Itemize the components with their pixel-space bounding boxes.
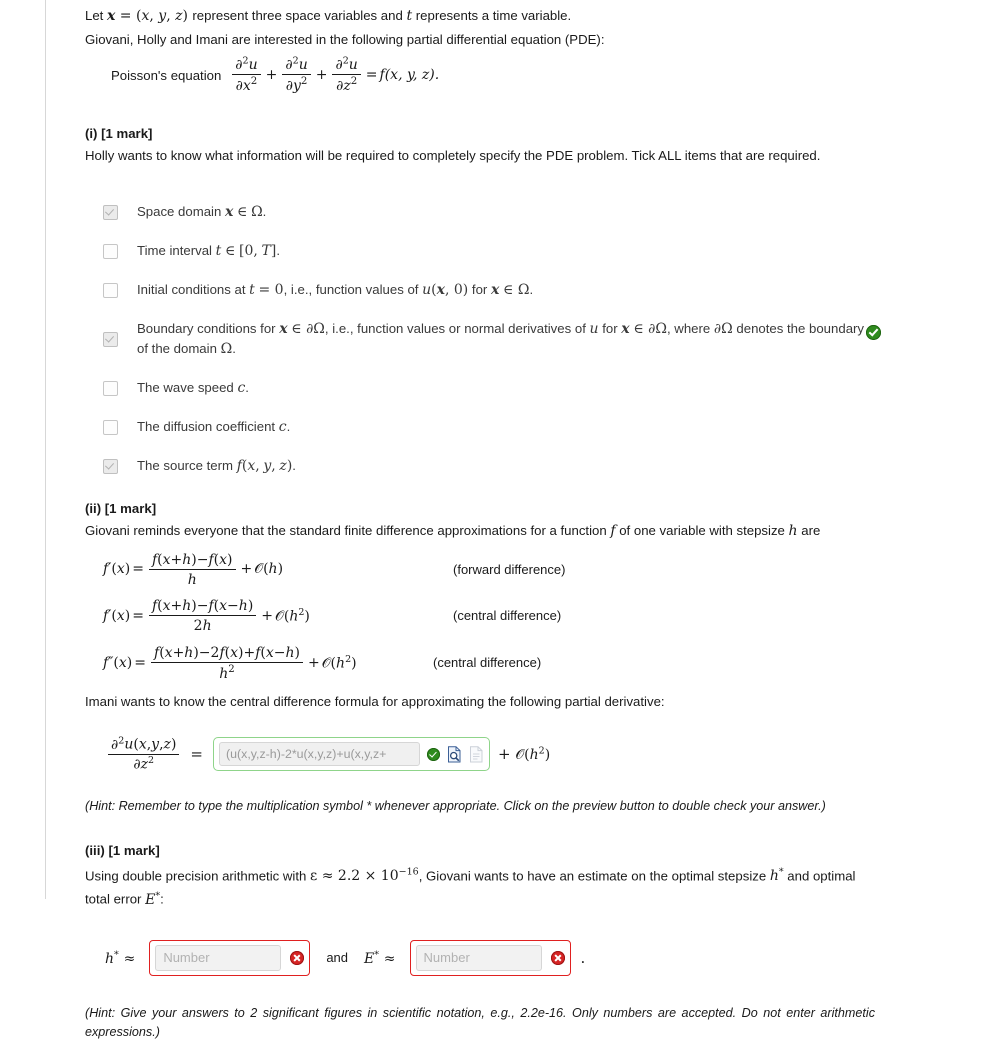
part-ii-heading: (ii) [1 mark] [85,500,157,516]
equals-sign: = [365,67,378,84]
checklist-label-space-domain: Space domain 𝒙 ∈ Ω. [137,203,267,220]
h-star-label: h* ≈ [105,949,136,967]
part-iii-block: (iii) [1 mark] Using double precision ar… [85,842,875,1042]
checklist-item-initial-conditions[interactable]: Initial conditions at t = 0, i.e., funct… [103,280,875,300]
intro-line-1: Let 𝒙 = (x, y, z) represent three space … [85,6,875,26]
question-content: Let 𝒙 = (x, y, z) represent three space … [85,6,881,1042]
formula-central-difference-second: f″(x) = f(x+h)−2f(x)+f(x−h) h2 + 𝒪(h2) [103,644,357,682]
formula-answer-input[interactable]: (u(x,y,z-h)-2*u(x,y,z)+u(x,y,z+ [218,742,420,767]
answer-field-wrapper[interactable]: (u(x,y,z-h)-2*u(x,y,z)+u(x,y,z+ [212,737,490,772]
stepsize-h-symbol: h [788,522,798,539]
page-left-rule [45,0,46,899]
intro-line-1-mid: represent three space variables and [192,8,407,23]
poisson-term-x: ∂2u ∂x2 [232,55,261,95]
partial-derivative-expression: ∂2u(x,y,z) ∂z2 [108,735,180,773]
error-icon-h [290,950,305,965]
preview-page-icon[interactable] [447,745,462,763]
and-conjunction: and [326,950,349,966]
epsilon-value: ε ≈ 2.2 × 10−16 [310,866,419,885]
page-icon[interactable] [469,745,484,763]
part-ii-intro-a: Giovani reminds everyone that the standa… [85,522,611,538]
h-star-field-wrapper[interactable]: Number [149,939,311,976]
checklist-label-wave-speed: The wave speed c. [137,379,249,396]
poisson-rhs: f(x, y, z). [379,67,440,84]
checklist-item-source-term[interactable]: The source term f(x, y, z). [103,456,875,476]
formula-central-difference-first: f′(x) = f(x+h)−f(x−h) 2h + 𝒪(h2) [103,598,310,635]
part-i-heading: (i) [1 mark] [85,125,153,141]
part-iii-question-a: Using double precision arithmetic with [85,868,311,884]
formula-forward-difference: f′(x) = f(x+h)−f(x) h + 𝒪(h) [103,551,284,588]
checklist-label-diffusion-coefficient: The diffusion coefficient c. [137,418,291,435]
checkbox-space-domain[interactable] [103,204,118,220]
part-ii-intro-b: of one variable with stepsize [615,522,789,538]
plus-sign-1: + [265,67,278,84]
part-iii-answer-row: h* ≈ Number and E* ≈ Number . [105,939,875,976]
formula-note-forward: (forward difference) [453,561,566,577]
checklist-item-boundary-conditions[interactable]: Boundary conditions for 𝒙 ∈ ∂Ω, i.e., fu… [103,319,881,359]
part-i-checklist: Space domain 𝒙 ∈ Ω. Time interval t ∈ [0… [103,202,881,476]
formula-row-central-difference-second: f″(x) = f(x+h)−2f(x)+f(x−h) h2 + 𝒪(h2) (… [103,644,875,683]
checklist-label-boundary-conditions: Boundary conditions for 𝒙 ∈ ∂Ω, i.e., fu… [137,320,865,357]
part-ii-hint: (Hint: Remember to type the multiplicati… [85,798,826,813]
part-iii-question-b: , Giovani wants to have an estimate on t… [418,868,770,884]
checklist-label-time-interval: Time interval t ∈ [0, T]. [137,242,280,259]
poisson-term-y: ∂2u ∂y2 [282,55,311,95]
part-i-question: Holly wants to know what information wil… [85,147,821,163]
checkbox-boundary-conditions[interactable] [103,331,118,347]
correct-answer-badge-icon [866,324,881,340]
e-star-label: E* ≈ [364,949,396,967]
optimal-error-symbol: E* [145,890,161,908]
formula-row-central-difference-first: f′(x) = f(x+h)−f(x−h) 2h + 𝒪(h2) (centra… [103,597,875,635]
checklist-label-initial-conditions: Initial conditions at t = 0, i.e., funct… [137,281,534,298]
checklist-item-wave-speed[interactable]: The wave speed c. [103,378,875,398]
e-star-field-wrapper[interactable]: Number [409,939,571,976]
checklist-item-time-interval[interactable]: Time interval t ∈ [0, T]. [103,241,875,261]
part-ii-block: (ii) [1 mark] Giovani reminds everyone t… [85,500,875,816]
finite-difference-formula-list: f′(x) = f(x+h)−f(x) h + 𝒪(h) (forward di… [103,551,875,683]
checklist-item-space-domain[interactable]: Space domain 𝒙 ∈ Ω. [103,202,875,222]
intro-line-1-pre: Let [85,8,107,23]
poisson-equation-line: Poisson's equation ∂2u ∂x2 + ∂2u ∂y2 + ∂… [111,55,875,95]
answer-equals-sign: = [190,745,203,764]
part-i-block: (i) [1 mark] Holly wants to know what in… [85,125,881,476]
part-ii-intro-c: are [797,522,821,538]
part-iii-hint: (Hint: Give your answers to 2 significan… [85,1005,875,1039]
checkbox-initial-conditions[interactable] [103,282,118,298]
formula-row-forward-difference: f′(x) = f(x+h)−f(x) h + 𝒪(h) (forward di… [103,551,875,589]
intro-line-1-eq: = (x, y, z) [115,8,193,24]
formula-note-central-second: (central difference) [433,655,542,671]
poisson-equation-label: Poisson's equation [111,67,222,83]
checkbox-wave-speed[interactable] [103,380,118,396]
part-ii-prompt: Imani wants to know the central differen… [85,694,665,709]
checklist-label-source-term: The source term f(x, y, z). [137,457,296,474]
poisson-term-z: ∂2u ∂z2 [332,55,361,95]
checkbox-source-term[interactable] [103,458,118,474]
part-ii-answer-row: ∂2u(x,y,z) ∂z2 = (u(x,y,z-h)-2*u(x,y,z)+… [105,735,875,773]
part-iii-question-d: : [160,891,164,907]
intro-line-2: Giovani, Holly and Imani are interested … [85,32,605,47]
e-star-input[interactable]: Number [415,944,542,971]
trailing-period: . [580,948,586,967]
checkbox-diffusion-coefficient[interactable] [103,419,118,435]
checkbox-time-interval[interactable] [103,243,118,259]
answer-tail-order-term: + 𝒪(h2) [497,745,551,764]
optimal-stepsize-symbol: h* [769,866,784,885]
formula-note-central-first: (central difference) [453,608,562,624]
valid-answer-icon [426,747,440,761]
part-iii-heading: (iii) [1 mark] [85,842,160,858]
plus-sign-2: + [315,67,328,84]
checklist-item-diffusion-coefficient[interactable]: The diffusion coefficient c. [103,417,875,437]
intro-line-1-post: represents a time variable. [412,8,572,23]
part-ii-intro: Giovani reminds everyone that the standa… [85,521,875,541]
h-star-input[interactable]: Number [155,944,282,971]
part-iii-question: Using double precision arithmetic with ε… [85,863,875,910]
error-icon-e [550,950,565,965]
